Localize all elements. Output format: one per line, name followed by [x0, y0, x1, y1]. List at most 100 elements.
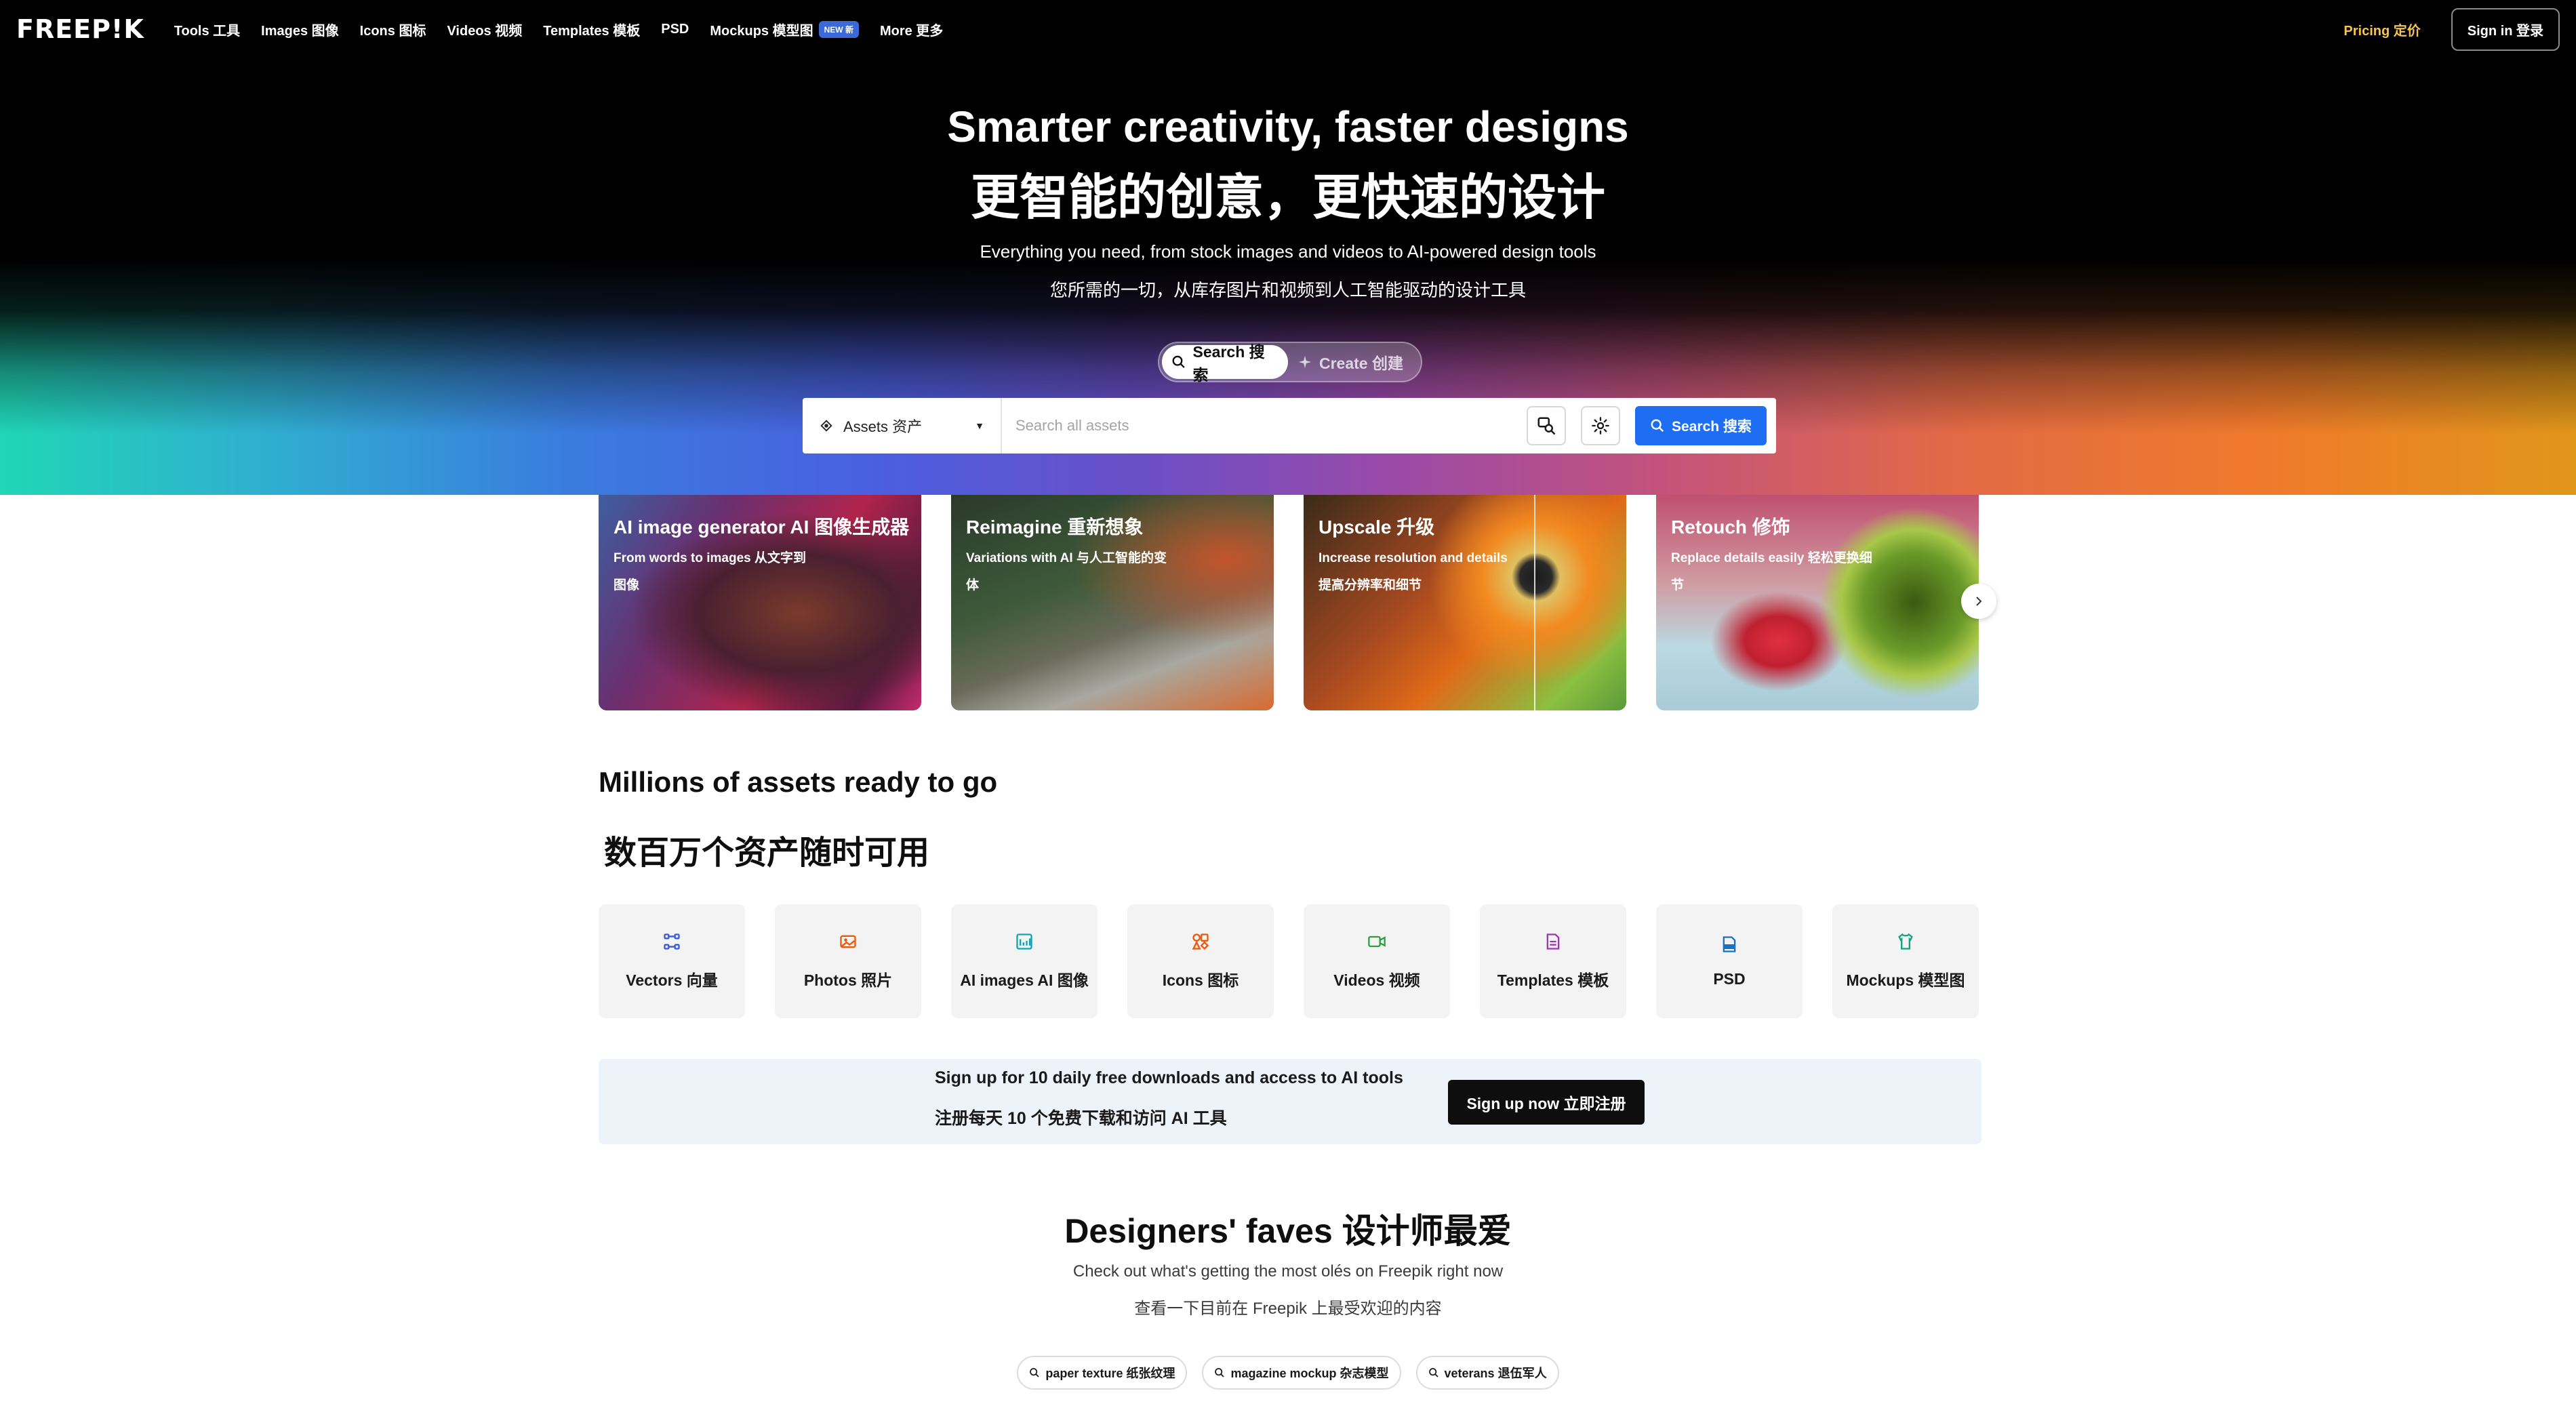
popular-search-chips: paper texture 纸张纹理 magazine mockup 杂志模型 … — [0, 1356, 2576, 1390]
mockup-icon — [1898, 933, 1913, 950]
photo-icon — [840, 935, 856, 948]
hero-subtitle: Everything you need, from stock images a… — [980, 241, 1596, 262]
tool-card-subtitle: Variations with AI 与人工智能的变体 — [966, 551, 1167, 592]
nav-item-more[interactable]: More 更多 — [880, 20, 943, 39]
video-icon — [1368, 935, 1386, 948]
category-label: PSD — [1713, 969, 1746, 988]
hero-subtitle-cn: 您所需的一切，从库存图片和视频到人工智能驱动的设计工具 — [1049, 280, 1526, 300]
tool-card-title: Upscale 升级 — [1319, 517, 1435, 538]
category-label: Icons 图标 — [1162, 971, 1239, 989]
caret-down-icon: ▼ — [975, 420, 984, 431]
category-icons[interactable]: Icons 图标 — [1127, 904, 1274, 1018]
sparkle-icon — [1298, 355, 1312, 369]
sign-in-button[interactable]: Sign in 登录 — [2451, 7, 2560, 51]
nav-item-tools[interactable]: Tools 工具 — [174, 20, 240, 39]
search-icon — [1428, 1368, 1438, 1377]
nav-item-psd[interactable]: PSD — [661, 22, 689, 37]
search-icon — [1651, 419, 1664, 432]
tool-card-retouch[interactable]: Retouch 修饰 Replace details easily 轻松更换细节 — [1656, 495, 1979, 710]
ai-tools-carousel: AI image generator AI 图像生成器 From words t… — [599, 495, 1996, 710]
ai-image-icon — [1016, 933, 1032, 950]
search-button-label: Search 搜索 — [1672, 419, 1752, 435]
template-icon — [1546, 933, 1560, 950]
nav-item-mockups-label: Mockups 模型图 — [710, 23, 813, 39]
nav-item-icons[interactable]: Icons 图标 — [360, 20, 426, 39]
search-chip[interactable]: veterans 退伍军人 — [1415, 1356, 1559, 1390]
hero-title: Smarter creativity, faster designs — [947, 102, 1629, 151]
asset-type-select[interactable]: Assets 资产 ▼ — [803, 398, 1002, 454]
category-label: Templates 模板 — [1497, 971, 1609, 989]
search-mode-button[interactable]: Search 搜索 — [1162, 343, 1288, 384]
faves-title: Designers' faves 设计师最爱 — [1064, 1212, 1512, 1250]
chevron-right-icon — [1976, 597, 1982, 606]
category-photos[interactable]: Photos 照片 — [775, 904, 921, 1018]
hero-section: Smarter creativity, faster designs 更智能的创… — [0, 0, 2576, 495]
chip-label: paper texture 纸张纹理 — [1045, 1367, 1175, 1380]
search-icon — [1215, 1368, 1225, 1377]
assets-section-title-cn: 数百万个资产随时可用 — [604, 835, 930, 871]
category-videos[interactable]: Videos 视频 — [1304, 904, 1450, 1018]
nav-item-images[interactable]: Images 图像 — [261, 20, 338, 39]
tool-card-subtitle: Increase resolution and details 提高分辨率和细节 — [1319, 551, 1508, 592]
vector-icon — [664, 933, 680, 950]
nav-menu: Tools 工具 Images 图像 Icons 图标 Videos 视频 Te… — [174, 20, 943, 39]
search-chip[interactable]: magazine mockup 杂志模型 — [1202, 1356, 1401, 1390]
new-badge: NEW 新 — [818, 20, 859, 38]
chip-label: magazine mockup 杂志模型 — [1230, 1367, 1389, 1380]
before-after-divider — [1534, 495, 1535, 710]
category-ai-images[interactable]: AI images AI 图像 — [951, 904, 1098, 1018]
tool-card-reimagine[interactable]: Reimagine 重新想象 Variations with AI 与人工智能的… — [951, 495, 1274, 710]
signup-banner-text: Sign up for 10 daily free downloads and … — [935, 1068, 1403, 1087]
category-label: Photos 照片 — [803, 971, 893, 989]
search-mode-label: Search 搜索 — [1192, 343, 1265, 384]
asset-categories: Vectors 向量 Photos 照片 AI images AI 图像 Ico… — [599, 904, 1979, 1018]
search-icon — [1172, 355, 1185, 368]
category-mockups[interactable]: Mockups 模型图 — [1832, 904, 1979, 1018]
carousel-next-button[interactable] — [1961, 584, 1996, 619]
signup-banner-text-cn: 注册每天 10 个免费下载和访问 AI 工具 — [935, 1109, 1227, 1128]
create-mode-label: Create 创建 — [1319, 355, 1403, 372]
pricing-link[interactable]: Pricing 定价 — [2343, 20, 2420, 39]
search-create-toggle: Search 搜索 Create 创建 — [1158, 342, 1422, 384]
freepik-logo[interactable]: FREEP!K — [16, 14, 144, 44]
category-templates[interactable]: Templates 模板 — [1480, 904, 1626, 1018]
search-by-image-button[interactable] — [1527, 406, 1566, 445]
top-nav: FREEP!K Tools 工具 Images 图像 Icons 图标 Vide… — [0, 0, 2576, 58]
tool-card-title: AI image generator AI 图像生成器 — [613, 517, 910, 538]
faves-subtitle: Check out what's getting the most olés o… — [1072, 1262, 1504, 1281]
tool-card-subtitle: Replace details easily 轻松更换细节 — [1671, 551, 1872, 592]
search-chip[interactable]: paper texture 纸张纹理 — [1017, 1356, 1188, 1390]
psd-icon — [1723, 935, 1736, 952]
search-button[interactable]: Search 搜索 — [1635, 406, 1767, 445]
category-label: Videos 视频 — [1333, 971, 1420, 989]
icons-icon — [1192, 933, 1209, 950]
category-label: Mockups 模型图 — [1846, 971, 1965, 989]
category-label: Vectors 向量 — [626, 971, 718, 989]
image-search-icon — [1537, 417, 1556, 435]
gear-icon — [1592, 417, 1609, 435]
chip-label: veterans 退伍军人 — [1444, 1367, 1547, 1380]
assets-icon — [820, 420, 832, 432]
category-psd[interactable]: PSD — [1656, 904, 1803, 1018]
search-bar: Assets 资产 ▼ Search 搜索 — [803, 398, 1776, 454]
category-vectors[interactable]: Vectors 向量 — [599, 904, 745, 1018]
faves-subtitle-cn: 查看一下目前在 Freepik 上最受欢迎的内容 — [1134, 1300, 1442, 1318]
category-label: AI images AI 图像 — [960, 971, 1089, 989]
nav-item-mockups[interactable]: Mockups 模型图 NEW 新 — [710, 20, 859, 39]
tool-card-ai-image-generator[interactable]: AI image generator AI 图像生成器 From words t… — [599, 495, 921, 710]
nav-item-templates[interactable]: Templates 模板 — [543, 20, 640, 39]
nav-item-videos[interactable]: Videos 视频 — [447, 20, 522, 39]
signup-banner: Sign up for 10 daily free downloads and … — [599, 1059, 1981, 1144]
tool-card-title: Reimagine 重新想象 — [966, 517, 1144, 538]
search-icon — [1030, 1368, 1040, 1377]
hero-title-cn: 更智能的创意，更快速的设计 — [970, 171, 1605, 225]
asset-select-label: Assets 资产 — [843, 418, 923, 435]
tool-card-title: Retouch 修饰 — [1671, 517, 1790, 538]
tool-card-upscale[interactable]: Upscale 升级 Increase resolution and detai… — [1304, 495, 1626, 710]
create-mode-button[interactable]: Create 创建 — [1288, 345, 1413, 379]
sign-up-button[interactable]: Sign up now 立即注册 — [1448, 1080, 1645, 1125]
search-settings-button[interactable] — [1581, 406, 1620, 445]
search-input[interactable] — [1002, 398, 1527, 454]
tool-card-subtitle: From words to images 从文字到图像 — [613, 551, 806, 592]
assets-section-title: Millions of assets ready to go — [599, 766, 998, 798]
